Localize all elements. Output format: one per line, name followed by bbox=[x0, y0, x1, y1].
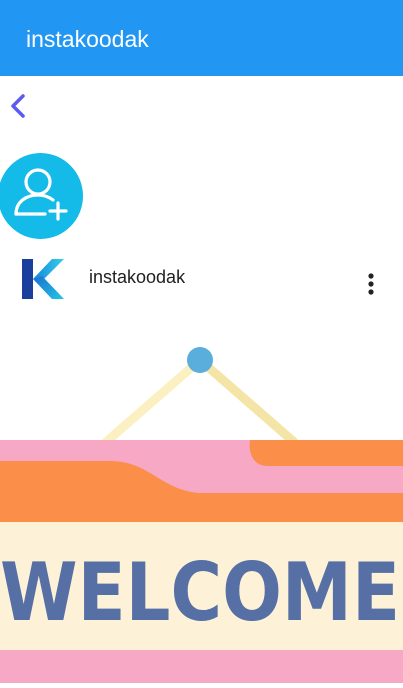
more-options-button[interactable] bbox=[360, 270, 382, 298]
add-user-button[interactable] bbox=[0, 153, 83, 239]
app-title: instakoodak bbox=[26, 26, 149, 52]
more-vert-icon bbox=[368, 273, 374, 295]
back-button[interactable] bbox=[4, 90, 30, 122]
sign-text: WELCOME bbox=[0, 546, 400, 639]
post-username[interactable]: instakoodak bbox=[89, 267, 185, 288]
add-user-icon bbox=[14, 168, 68, 221]
nail bbox=[187, 347, 213, 373]
k-logo-icon[interactable] bbox=[20, 254, 66, 304]
post-image: WELCOME bbox=[0, 330, 403, 683]
chevron-left-icon bbox=[11, 94, 25, 118]
app-bar: instakoodak bbox=[0, 0, 403, 76]
post-header: instakoodak bbox=[0, 248, 403, 312]
